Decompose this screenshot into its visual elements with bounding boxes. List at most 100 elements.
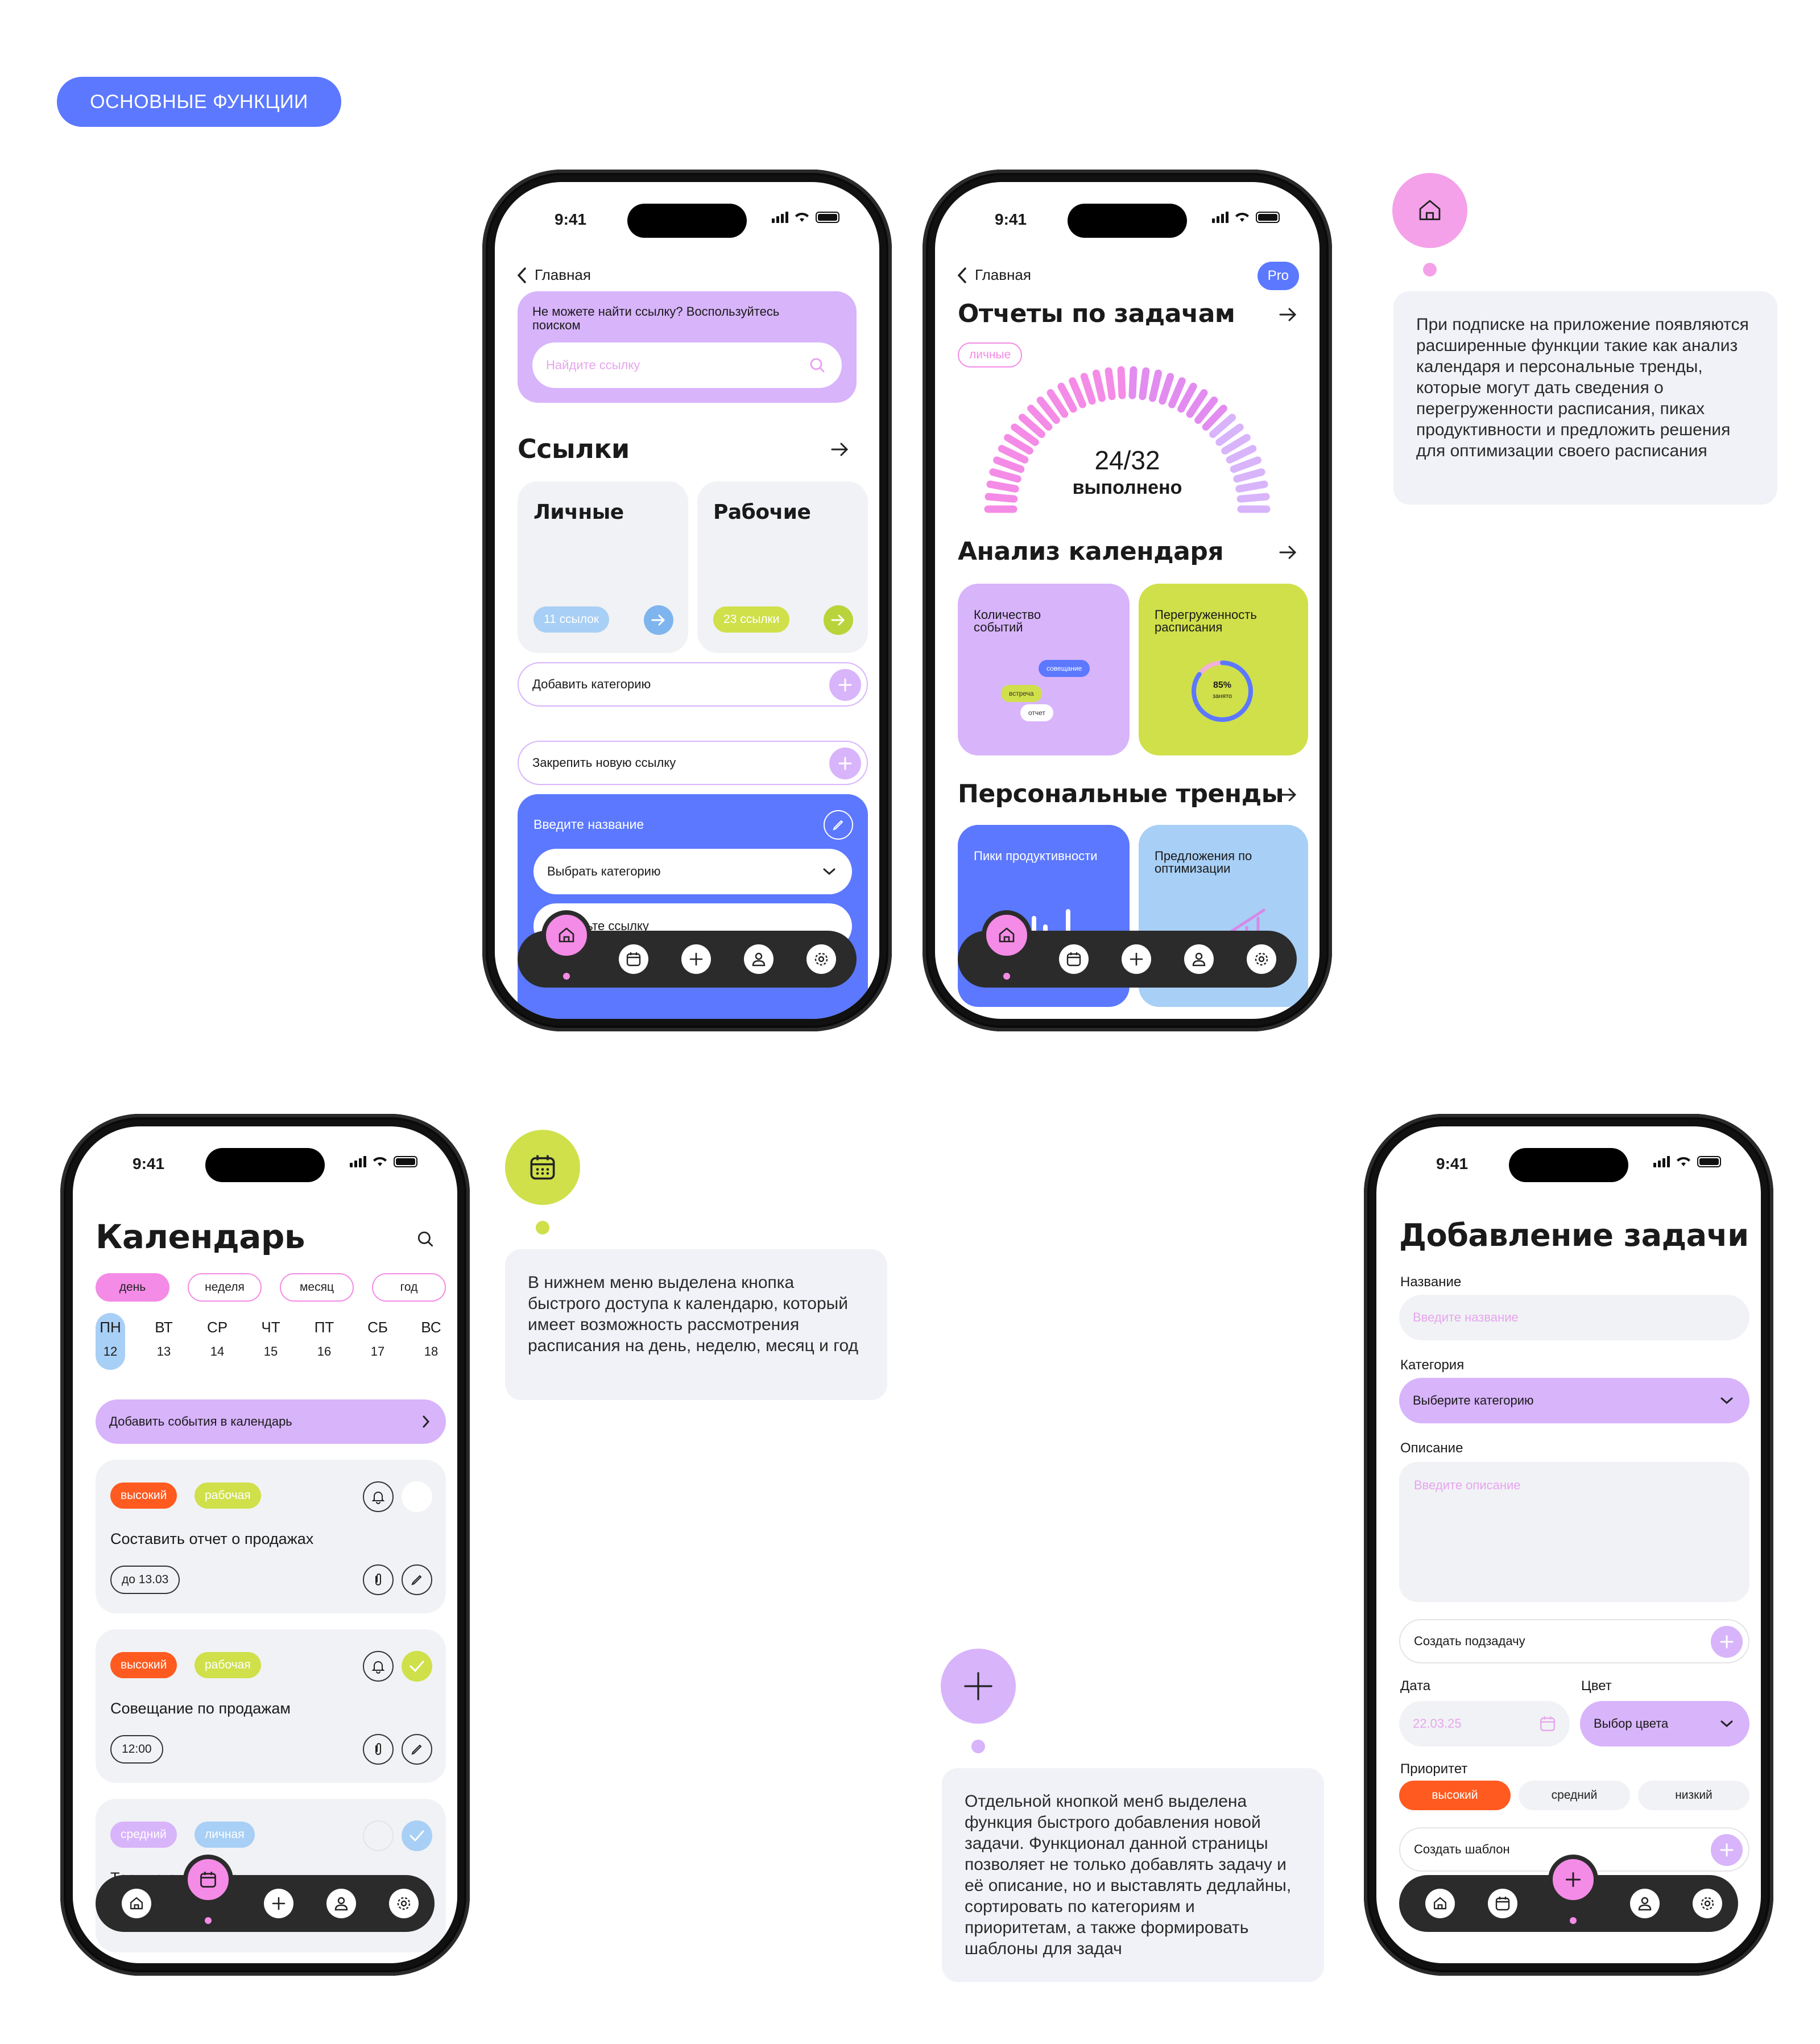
status-time: 9:41: [995, 210, 1027, 228]
search-icon[interactable]: [416, 1230, 435, 1248]
calendar-icon: [626, 952, 641, 967]
links-card-personal[interactable]: Личные 11 ссылок: [518, 481, 688, 653]
calendar-icon: [1495, 1897, 1510, 1911]
nav-active-dot: [205, 1917, 212, 1924]
overload-card[interactable]: Перегруженность расписания 85% занято: [1139, 584, 1308, 755]
arrow-right-icon[interactable]: [830, 441, 850, 458]
day-fri[interactable]: ПТ 16: [309, 1313, 339, 1370]
edit-button[interactable]: [402, 1564, 432, 1595]
task-title: Совещание по продажам: [110, 1700, 291, 1717]
priority-high[interactable]: высокий: [1399, 1781, 1511, 1810]
links-card-work[interactable]: Рабочие 23 ссылки: [697, 481, 868, 653]
pro-badge[interactable]: Pro: [1257, 262, 1299, 290]
view-week-tab[interactable]: неделя: [188, 1273, 262, 1302]
calendar-title: Календарь: [96, 1217, 305, 1256]
nav-add-button[interactable]: [1122, 944, 1151, 974]
overload-percent: 85%: [1213, 680, 1232, 690]
priority-low[interactable]: низкий: [1638, 1781, 1749, 1810]
view-day-tab[interactable]: день: [96, 1273, 169, 1302]
day-sat[interactable]: СБ 17: [363, 1313, 392, 1370]
back-label: Главная: [975, 266, 1031, 283]
nav-settings-button[interactable]: [1247, 944, 1276, 974]
name-input[interactable]: Введите название: [1399, 1295, 1749, 1340]
nav-settings-button[interactable]: [806, 944, 836, 974]
day-wed[interactable]: СР 14: [202, 1313, 232, 1370]
reminder-button[interactable]: [363, 1820, 394, 1851]
battery-icon: [816, 212, 839, 223]
nav-add-button[interactable]: [1548, 1855, 1598, 1905]
status-icons: [1212, 210, 1280, 223]
nav-home-button[interactable]: [541, 910, 592, 960]
plus-icon: [1711, 1626, 1743, 1658]
status-time: 9:41: [133, 1155, 165, 1172]
description-input[interactable]: Введите описание: [1399, 1462, 1749, 1602]
nav-settings-button[interactable]: [389, 1889, 419, 1918]
nav-settings-button[interactable]: [1693, 1889, 1722, 1918]
nav-profile-button[interactable]: [1630, 1889, 1660, 1918]
add-category-button[interactable]: Добавить категорию: [518, 662, 868, 707]
open-personal-button[interactable]: [644, 605, 673, 635]
date-input[interactable]: 22.03.25: [1399, 1701, 1570, 1746]
back-button[interactable]: Главная: [957, 266, 1031, 284]
nav-home-button[interactable]: [122, 1889, 151, 1918]
pin-link-button[interactable]: Закрепить новую ссылку: [518, 741, 868, 785]
day-tue[interactable]: ВТ 13: [149, 1313, 179, 1370]
day-name: ЧТ: [261, 1319, 280, 1336]
nav-profile-button[interactable]: [744, 944, 774, 974]
nav-calendar-button[interactable]: [1059, 944, 1089, 974]
nav-profile-button[interactable]: [326, 1889, 356, 1918]
user-icon: [334, 1897, 348, 1911]
task-card[interactable]: высокий рабочая Составить отчет о продаж…: [96, 1460, 446, 1613]
priority-badge: высокий: [110, 1652, 177, 1678]
add-events-button[interactable]: Добавить события в календарь: [96, 1399, 446, 1444]
search-input[interactable]: Найдите ссылку: [532, 342, 842, 388]
color-select-label: Выбор цвета: [1594, 1716, 1669, 1731]
events-count-card[interactable]: Количество событий совещание встреча отч…: [958, 584, 1130, 755]
complete-checkbox[interactable]: [402, 1651, 432, 1682]
complete-checkbox[interactable]: [402, 1481, 432, 1512]
nav-calendar-button[interactable]: [183, 1855, 233, 1905]
view-year-tab[interactable]: год: [372, 1273, 446, 1302]
user-icon: [1638, 1897, 1652, 1911]
arrow-right-icon[interactable]: [1279, 306, 1298, 323]
create-subtask-button[interactable]: Создать подзадачу: [1399, 1619, 1749, 1663]
color-label: Цвет: [1581, 1678, 1612, 1694]
reminder-button[interactable]: [363, 1651, 394, 1682]
reminder-button[interactable]: [363, 1481, 394, 1512]
edit-button[interactable]: [402, 1734, 432, 1765]
priority-medium[interactable]: средний: [1519, 1781, 1630, 1810]
day-sun[interactable]: ВС 18: [416, 1313, 446, 1370]
task-card[interactable]: высокий рабочая Совещание по продажам 12…: [96, 1629, 446, 1783]
edit-button[interactable]: [824, 810, 853, 840]
color-select[interactable]: Выбор цвета: [1580, 1701, 1749, 1746]
nav-home-button[interactable]: [982, 910, 1032, 960]
nav-add-button[interactable]: [264, 1889, 293, 1918]
view-month-tab[interactable]: месяц: [280, 1273, 354, 1302]
priority-label: Приоритет: [1400, 1761, 1468, 1777]
signal-icon: [350, 1156, 366, 1167]
arrow-right-icon[interactable]: [1279, 544, 1298, 561]
gear-icon: [814, 952, 828, 966]
arrow-right-icon[interactable]: [1279, 786, 1298, 803]
attach-button[interactable]: [363, 1564, 394, 1595]
category-select[interactable]: Выбрать категорию: [533, 849, 852, 894]
nav-calendar-button[interactable]: [619, 944, 648, 974]
nav-profile-button[interactable]: [1184, 944, 1214, 974]
nav-calendar-button[interactable]: [1488, 1889, 1517, 1918]
day-mon[interactable]: ПН 12: [96, 1313, 125, 1370]
phone-links: 9:41 Главная Не можете найти ссылку? Вос…: [482, 170, 892, 1031]
open-work-button[interactable]: [824, 605, 853, 635]
complete-checkbox[interactable]: [402, 1820, 432, 1851]
battery-icon: [394, 1156, 417, 1167]
gauge-segment: [1128, 366, 1138, 399]
home-icon: [559, 927, 574, 943]
category-select[interactable]: Выберите категорию: [1399, 1378, 1749, 1423]
attach-button[interactable]: [363, 1734, 394, 1765]
status-bar: 9:41: [73, 1126, 457, 1189]
progress-value: 24/32: [1094, 445, 1160, 475]
add-task-screen: 9:41 Добавление задачи Название Введите …: [1376, 1126, 1761, 1963]
nav-home-button[interactable]: [1425, 1889, 1455, 1918]
back-button[interactable]: Главная: [516, 266, 591, 284]
nav-add-button[interactable]: [681, 944, 711, 974]
day-thu[interactable]: ЧТ 15: [256, 1313, 286, 1370]
